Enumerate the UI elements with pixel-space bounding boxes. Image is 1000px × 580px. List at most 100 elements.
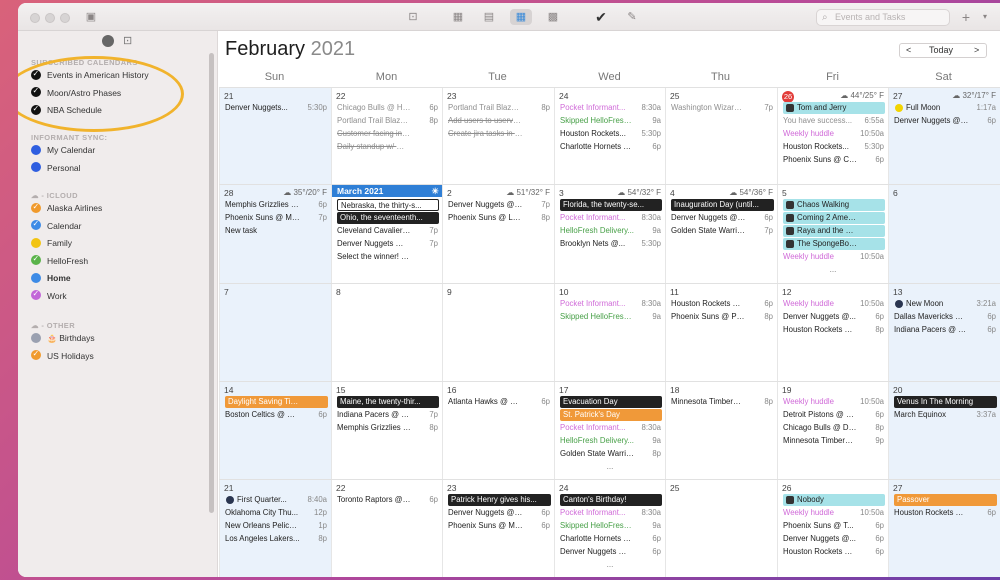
- calendar-color-checkbox[interactable]: [31, 272, 41, 283]
- zoom-button[interactable]: [60, 13, 70, 23]
- calendar-event[interactable]: Toronto Raptors @ H... 6p: [337, 494, 439, 506]
- day-cell[interactable]: 5 Chaos Walking Coming 2 America... Raya an…: [777, 185, 888, 283]
- sidebar-item[interactable]: My Calendar: [31, 142, 95, 158]
- day-cell[interactable]: 11 Houston Rockets @... 6p Phoenix Suns @ P…: [665, 284, 777, 381]
- calendar-event[interactable]: Houston Rockets @... 8p: [783, 324, 885, 336]
- calendar-event[interactable]: Denver Nuggets @ In... 6p: [671, 212, 774, 224]
- calendar-event[interactable]: New Moon 3:21a: [894, 298, 997, 310]
- day-cell[interactable]: 13 New Moon 3:21a Dallas Mavericks @... 6p In…: [888, 284, 1000, 381]
- day-view-icon[interactable]: ▦: [447, 9, 469, 25]
- day-cell[interactable]: 7: [219, 284, 331, 381]
- calendar-event[interactable]: Portland Trail Blazer... 8p: [448, 102, 551, 114]
- sidebar-item[interactable]: Moon/Astro Phases: [31, 84, 121, 101]
- day-cell[interactable]: 27 ☁ 32°/17° F Full Moon 1:17a Denver Nugget…: [888, 88, 1000, 184]
- prev-month-button[interactable]: <: [906, 45, 911, 55]
- search-input[interactable]: ⌕ Events and Tasks: [816, 9, 950, 26]
- sidebar-item[interactable]: Family: [31, 235, 72, 251]
- close-button[interactable]: [30, 13, 40, 23]
- calendar-event[interactable]: Pocket Informant... 8:30a: [560, 102, 662, 114]
- calendar-event[interactable]: Minnesota Timberwo... 9p: [783, 435, 885, 447]
- calendar-event[interactable]: Charlotte Hornets @... 6p: [560, 141, 662, 153]
- calendar-event[interactable]: Maine, the twenty-thir...: [337, 396, 439, 408]
- week-view-icon[interactable]: ▤: [478, 9, 500, 25]
- calendar-event[interactable]: Boston Celtics @ Ho... 6p: [225, 409, 328, 421]
- next-month-button[interactable]: >: [974, 45, 979, 55]
- calendar-event[interactable]: Charlotte Hornets @... 6p: [560, 533, 662, 545]
- calendar-event[interactable]: Skipped HelloFresh... 9a: [560, 520, 662, 532]
- scan-icon[interactable]: ⊡: [123, 34, 132, 47]
- chevron-down-icon[interactable]: ▾: [974, 9, 996, 25]
- sidebar-item[interactable]: HelloFresh: [31, 252, 88, 269]
- calendar-color-checkbox[interactable]: [31, 144, 41, 155]
- sidebar-item[interactable]: US Holidays: [31, 347, 94, 364]
- calendar-event[interactable]: The SpongeBob M...: [783, 238, 885, 250]
- day-cell[interactable]: 2 ☁ 51°/32° F Denver Nuggets @ Ne... 7p Phoe…: [442, 185, 554, 283]
- calendar-event[interactable]: Chicago Bulls @ Den... 8p: [783, 422, 885, 434]
- minimize-button[interactable]: [45, 13, 55, 23]
- calendar-event[interactable]: Denver Nuggets @... 6p: [783, 533, 885, 545]
- day-cell[interactable]: 24 Canton's Birthday! Pocket Informant... 8…: [554, 480, 665, 577]
- calendar-event[interactable]: Skipped HelloFresh... 9a: [560, 115, 662, 127]
- calendar-event[interactable]: Passover: [894, 494, 997, 506]
- calendar-event[interactable]: Select the winner! 🏆 🎉: [337, 251, 439, 263]
- calendar-event[interactable]: Tom and Jerry: [783, 102, 885, 114]
- day-cell[interactable]: 6: [888, 185, 1000, 283]
- day-cell[interactable]: 20 Venus In The Morning March Equinox 3:37a: [888, 382, 1000, 479]
- calendar-event[interactable]: Cleveland Cavaliers... 7p: [337, 225, 439, 237]
- calendar-event[interactable]: Nebraska, the thirty-s...: [337, 199, 439, 211]
- calendar-event[interactable]: Chicago Bulls @ Hou... 6p: [337, 102, 439, 114]
- calendar-color-checkbox[interactable]: [31, 102, 41, 116]
- calendar-color-checkbox[interactable]: [31, 252, 41, 266]
- sidebar-item[interactable]: Work: [31, 287, 67, 304]
- calendar-event[interactable]: Weekly huddle 10:50a: [783, 298, 885, 310]
- calendar-event[interactable]: Create jira tasks in bac...: [448, 128, 551, 140]
- notes-icon[interactable]: ✎: [621, 9, 643, 25]
- calendar-event[interactable]: Houston Rockets... 5:30p: [560, 128, 662, 140]
- calendar-event[interactable]: Phoenix Suns @ T... 6p: [783, 520, 885, 532]
- calendar-event[interactable]: Weekly huddle 10:50a: [783, 128, 885, 140]
- calendar-event[interactable]: Pocket Informant... 8:30a: [560, 507, 662, 519]
- calendar-event[interactable]: Add users to uservoice: [448, 115, 551, 127]
- calendar-event[interactable]: Pocket Informant... 8:30a: [560, 298, 662, 310]
- day-cell[interactable]: 16 Atlanta Hawks @ Ho... 6p: [442, 382, 554, 479]
- day-cell[interactable]: 9: [442, 284, 554, 381]
- day-cell[interactable]: 14 Daylight Saving Time Boston Celtics @ H…: [219, 382, 331, 479]
- calendar-event[interactable]: Denver Nuggets @ T... 6p: [560, 546, 662, 558]
- calendar-color-checkbox[interactable]: [31, 287, 41, 301]
- calendar-event[interactable]: Weekly huddle 10:50a: [783, 507, 885, 519]
- calendar-event[interactable]: Customer facing info p...: [337, 128, 439, 140]
- more-events-indicator[interactable]: ...: [555, 560, 665, 569]
- calendar-color-checkbox[interactable]: [31, 84, 41, 98]
- day-cell[interactable]: 21 First Quarter... 8:40a Oklahoma City Thu…: [219, 480, 331, 577]
- calendar-event[interactable]: Skipped HelloFresh... 9a: [560, 311, 662, 323]
- sidebar-item[interactable]: Events in American History: [31, 67, 149, 83]
- calendar-event[interactable]: Phoenix Suns @ Los... 8p: [448, 212, 551, 224]
- day-cell[interactable]: 17 Evacuation Day St. Patrick's Day Pocket …: [554, 382, 665, 479]
- calendar-color-checkbox[interactable]: [31, 162, 41, 173]
- more-events-indicator[interactable]: ...: [555, 462, 665, 471]
- calendar-event[interactable]: Daylight Saving Time: [225, 396, 328, 408]
- calendar-event[interactable]: Pocket Informant... 8:30a: [560, 422, 662, 434]
- day-cell[interactable]: 26 Nobody Weekly huddle 10:50a Phoenix Suns …: [777, 480, 888, 577]
- calendar-event[interactable]: Houston Rockets @... 6p: [783, 546, 885, 558]
- calendar-event[interactable]: Phoenix Suns @ Chic... 6p: [783, 154, 885, 166]
- calendar-event[interactable]: Houston Rockets @... 6p: [671, 298, 774, 310]
- month-view-icon[interactable]: ▦: [510, 9, 532, 25]
- day-cell[interactable]: 10 Pocket Informant... 8:30a Skipped HelloF…: [554, 284, 665, 381]
- day-cell[interactable]: 28 ☁ 35°/20° F Memphis Grizzlies @... 6p Pho…: [219, 185, 331, 283]
- calendar-event[interactable]: Houston Rockets... 5:30p: [783, 141, 885, 153]
- sidebar-item[interactable]: Alaska Airlines: [31, 200, 102, 216]
- calendar-event[interactable]: Ohio, the seventeenth...: [337, 212, 439, 224]
- calendar-event[interactable]: Phoenix Suns @ Mia... 6p: [448, 520, 551, 532]
- calendar-event[interactable]: Weekly huddle 10:50a: [783, 396, 885, 408]
- calendar-event[interactable]: Pocket Informant... 8:30a: [560, 212, 662, 224]
- day-cell[interactable]: 24 Pocket Informant... 8:30a Skipped HelloF…: [554, 88, 665, 184]
- calendar-event[interactable]: HelloFresh Delivery... 9a: [560, 435, 662, 447]
- calendar-event[interactable]: Denver Nuggets @... 6p: [783, 311, 885, 323]
- calendar-event[interactable]: Canton's Birthday!: [560, 494, 662, 506]
- calendar-event[interactable]: Evacuation Day: [560, 396, 662, 408]
- day-cell[interactable]: 19 Weekly huddle 10:50a Detroit Pistons @ H…: [777, 382, 888, 479]
- day-cell[interactable]: 18 Minnesota Timberwo... 8p: [665, 382, 777, 479]
- calendar-event[interactable]: Chaos Walking: [783, 199, 885, 211]
- day-cell[interactable]: 22 Toronto Raptors @ H... 6p: [331, 480, 442, 577]
